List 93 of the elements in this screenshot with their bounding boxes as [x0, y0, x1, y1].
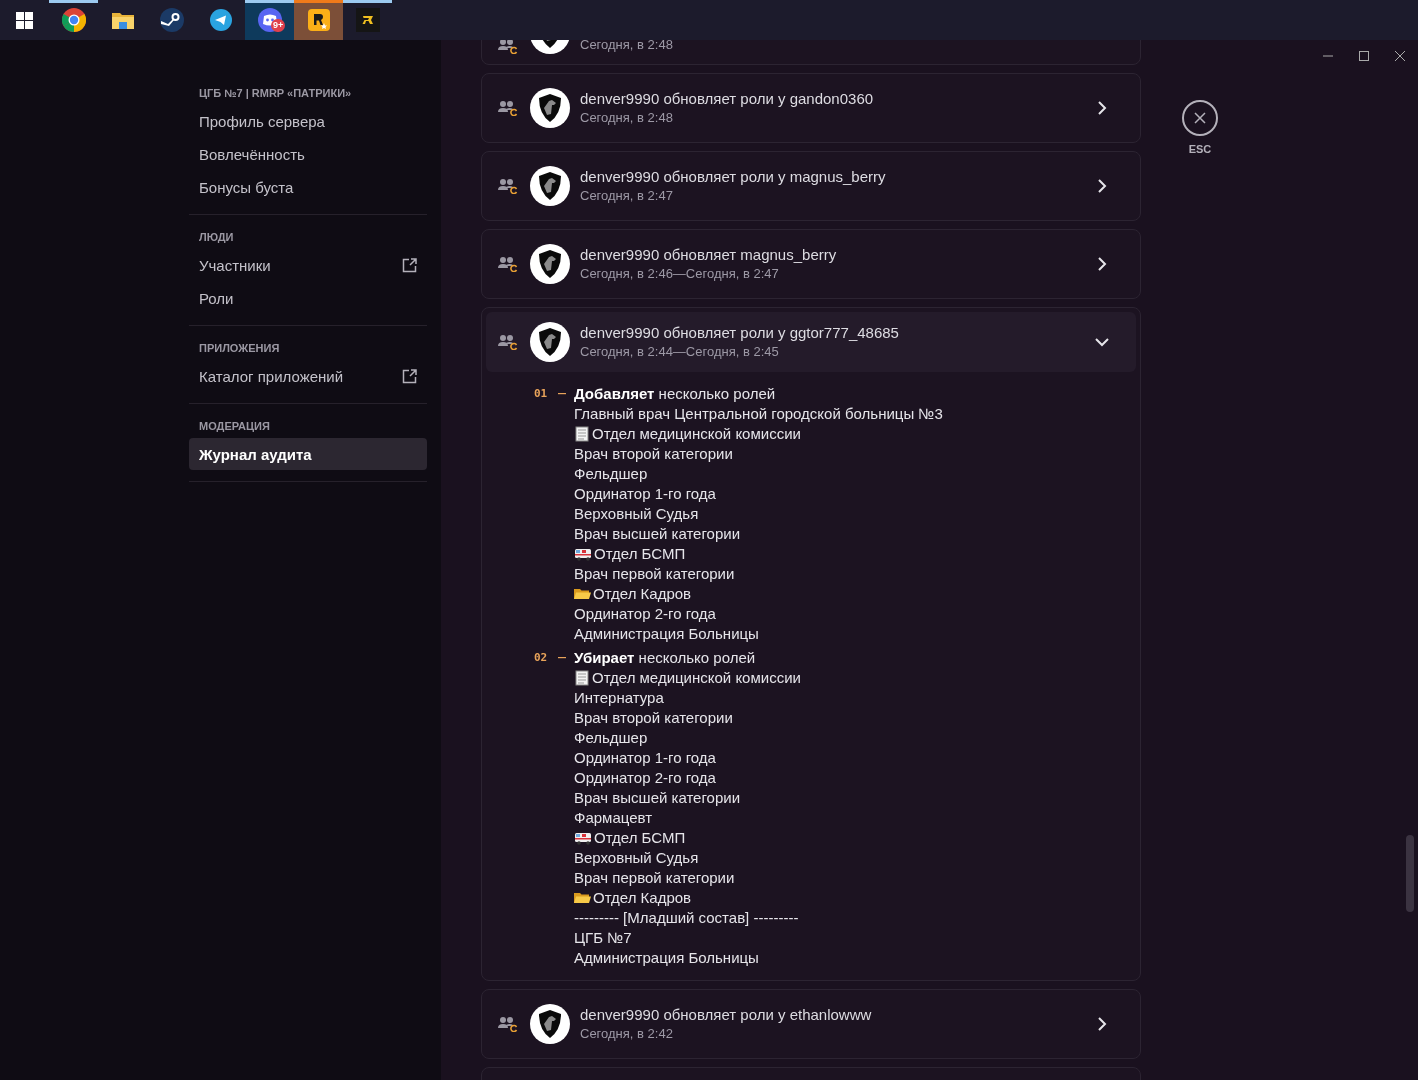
entry-title: denver9990 обновляет роли у ethanlowww — [580, 1005, 873, 1025]
esc-label: ESC — [1188, 143, 1212, 155]
role-name: Врач второй категории — [574, 444, 734, 464]
audit-entry-header[interactable]: denver9990 обновляет magnus_berry Сегодня, в 2:46—Сегодня, в 2:47 — [482, 230, 1140, 298]
role-name: Отдел БСМП — [574, 544, 943, 564]
nav-item[interactable]: Роли — [189, 282, 427, 314]
ambulance-icon — [574, 831, 592, 845]
nav-item[interactable]: Бонусы буста — [189, 171, 427, 203]
section-header: МОДЕРАЦИЯ — [198, 419, 271, 434]
telegram-icon — [209, 9, 232, 31]
nav-item[interactable]: Участники — [189, 249, 427, 281]
audit-entry-header[interactable]: denver9990 обновляет роли у ethanlowww Сегодня, в 2:42 — [482, 990, 1140, 1058]
close-button[interactable] — [1182, 100, 1218, 136]
role-name: --------- [Младший состав] --------- — [574, 908, 800, 928]
section-header: ЛЮДИ — [198, 230, 235, 245]
role-name: Ординатор 1-го года — [574, 484, 717, 504]
role-name: Врач высшей категории — [574, 788, 742, 808]
entry-time: Сегодня, в 2:47 — [580, 187, 673, 205]
role-name: ЦГБ №7 — [574, 928, 633, 948]
entry-time: Сегодня, в 2:48 — [580, 40, 673, 54]
role-name: Фельдшер — [574, 728, 649, 748]
entry-title: denver9990 обновляет роли у ggtor777_48685 — [580, 323, 900, 343]
entry-title: denver9990 обновляет magnus_berry — [580, 245, 838, 265]
entry-time: Сегодня, в 2:46—Сегодня, в 2:47 — [580, 265, 779, 283]
entry-time: Сегодня, в 2:44—Сегодня, в 2:45 — [580, 343, 779, 361]
avatar-icon — [530, 88, 570, 128]
dash-icon — [558, 393, 566, 395]
taskbar-app-button[interactable]: 9+ — [245, 0, 294, 40]
rockstar-icon — [307, 9, 330, 31]
document-icon — [574, 426, 590, 442]
role-name: Главный врач Центральной городской больницы №3 — [574, 404, 943, 424]
role-update-icon — [498, 40, 518, 54]
ambulance-icon — [574, 547, 592, 561]
nav-item[interactable]: Журнал аудита — [189, 438, 427, 470]
entry-title: denver9990 обновляет роли у gandon0360 — [580, 89, 875, 109]
nav-item[interactable]: Вовлечённость — [189, 138, 427, 170]
folder-icon — [574, 891, 591, 905]
avatar-icon — [530, 244, 570, 284]
audit-entry-header[interactable]: denver9990 обновляет роли у gandon0360 Сегодня, в 2:48 — [482, 74, 1140, 142]
r-app-icon — [355, 8, 380, 32]
taskbar-app-button[interactable] — [294, 0, 343, 40]
change-number: 01 — [534, 386, 549, 402]
scrollbar-thumb[interactable] — [1406, 835, 1414, 912]
dash-icon — [558, 657, 566, 659]
role-update-icon — [498, 1016, 518, 1032]
change-action: Добавляет несколько ролей — [574, 384, 777, 404]
role-name: Администрация Больницы — [574, 948, 760, 968]
folder-icon — [111, 11, 134, 29]
audit-entry-header[interactable]: denver9990 обновляет роли у magnus_berry Сегодня, в 2:47 — [482, 152, 1140, 220]
role-name: Фармацевт — [574, 808, 654, 828]
section-header: ПРИЛОЖЕНИЯ — [198, 341, 281, 356]
role-name: Фельдшер — [574, 464, 649, 484]
role-name: Администрация Больницы — [574, 624, 760, 644]
windows-icon — [16, 11, 33, 29]
role-update-icon — [498, 178, 518, 194]
role-name: Врач высшей категории — [574, 524, 742, 544]
steam-icon — [159, 8, 184, 32]
role-update-icon — [498, 100, 518, 116]
role-name: Интернатура — [574, 688, 665, 708]
change-action: Убирает несколько ролей — [574, 648, 757, 668]
change-number: 02 — [534, 650, 549, 666]
role-name: Ординатор 1-го года — [574, 748, 717, 768]
role-name: Верховный Судья — [574, 504, 700, 524]
role-name: Врач первой категории — [574, 564, 736, 584]
role-update-icon — [498, 334, 518, 350]
nav-item[interactable]: Профиль сервера — [189, 105, 427, 137]
nav-item[interactable]: Каталог приложений — [189, 360, 427, 392]
section-header: ЦГБ №7 | RMRP «ПАТРИКИ» — [198, 86, 353, 101]
role-name: Отдел медицинской комиссии — [574, 424, 943, 444]
role-name: Верховный Судья — [574, 848, 700, 868]
role-name: Врач второй категории — [574, 708, 734, 728]
close-icon — [1194, 112, 1206, 124]
role-name: Отдел Кадров — [574, 888, 801, 908]
chrome-icon — [61, 8, 86, 32]
avatar-icon — [530, 1004, 570, 1044]
minimize-icon — [1322, 55, 1334, 57]
entry-time: Сегодня, в 2:48 — [580, 109, 673, 127]
entry-time: Сегодня, в 2:42 — [580, 1025, 673, 1043]
entry-title: denver9990 обновляет роли у magnus_berry — [580, 167, 887, 187]
audit-entry-header[interactable]: denver9990 обновляет роли у ggtor777_48685 Сегодня, в 2:44—Сегодня, в 2:45 — [486, 312, 1136, 372]
role-name: Ординатор 2-го года — [574, 604, 717, 624]
close-icon — [1394, 50, 1406, 62]
document-icon — [574, 670, 590, 686]
role-name: Ординатор 2-го года — [574, 768, 717, 788]
folder-icon — [574, 587, 591, 601]
avatar-icon — [530, 322, 570, 362]
role-name: Отдел Кадров — [574, 584, 943, 604]
role-name: Отдел медицинской комиссии — [574, 668, 801, 688]
role-name: Отдел БСМП — [574, 828, 801, 848]
maximize-icon — [1358, 50, 1370, 62]
role-name: Врач первой категории — [574, 868, 736, 888]
role-update-icon — [498, 256, 518, 272]
avatar-icon — [530, 166, 570, 206]
